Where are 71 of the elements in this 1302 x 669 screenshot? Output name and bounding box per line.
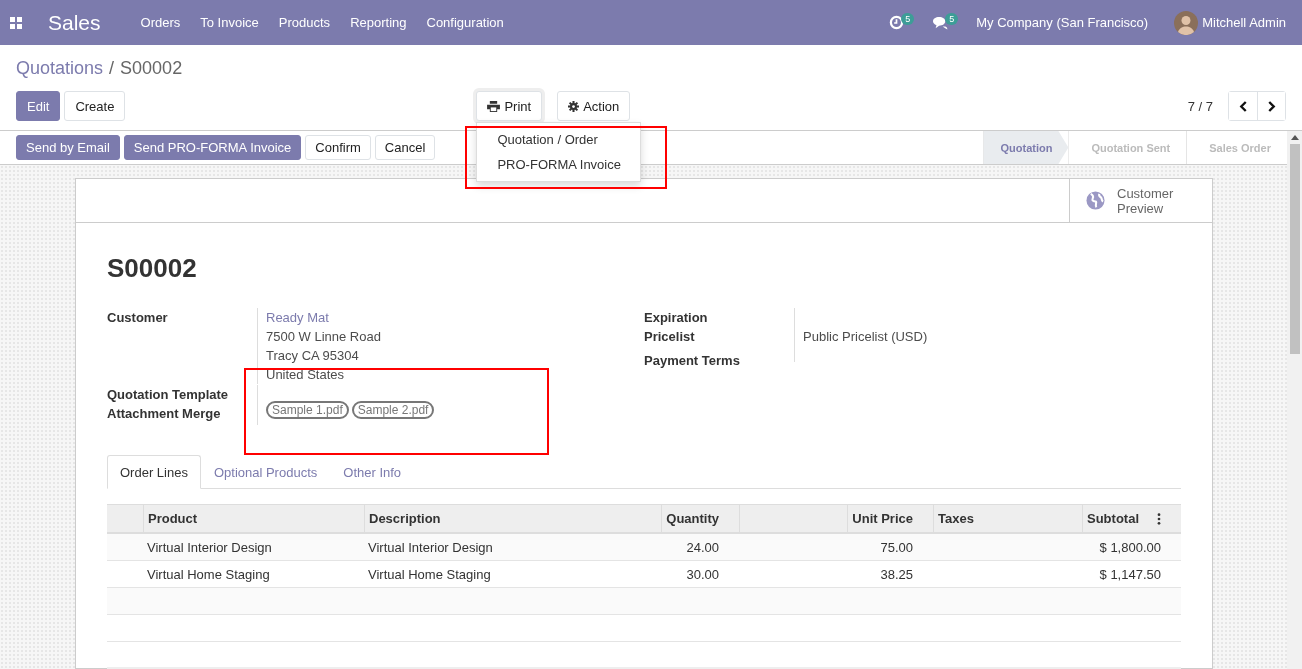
table-cell: Virtual Home Staging <box>147 566 270 582</box>
scrollbar[interactable] <box>1287 131 1302 669</box>
menu-item[interactable]: Orders <box>140 15 181 30</box>
field-label: Payment Terms <box>644 352 741 370</box>
menu-item[interactable]: To Invoice <box>200 15 259 30</box>
create-button[interactable]: Create <box>64 91 126 121</box>
header-button[interactable]: Confirm <box>305 135 371 160</box>
table-cell: 38.25 <box>880 566 913 582</box>
table-cell: 75.00 <box>880 539 913 555</box>
user-avatar-icon[interactable] <box>1174 10 1199 35</box>
column-header[interactable]: Quantity <box>666 511 719 526</box>
menu-item[interactable]: Reporting <box>350 15 407 30</box>
field-value: Public Pricelist (USD) <box>803 328 928 346</box>
chat-icon[interactable] <box>932 15 949 30</box>
record-title: S00002 <box>107 253 198 283</box>
notebook-tab[interactable]: Other Info <box>330 455 415 489</box>
action-button[interactable]: Action <box>557 91 631 121</box>
customer-link[interactable]: Ready Mat <box>266 308 381 327</box>
address-line: 7500 W Linne Road <box>266 328 381 346</box>
attachment-tag[interactable]: Sample 2.pdf <box>351 401 435 419</box>
message-count-badge: 5 <box>945 12 959 25</box>
pager-counter: 7 / 7 <box>1187 98 1213 114</box>
status-step[interactable]: Quotation <box>983 131 1069 164</box>
gear-icon <box>568 100 580 112</box>
column-header[interactable]: Unit Price <box>852 511 913 526</box>
table-cell: $ 1,147.50 <box>1099 566 1161 582</box>
field-label: Quotation Template <box>107 386 230 404</box>
user-name[interactable]: Mitchell Admin <box>1202 15 1286 30</box>
print-button[interactable]: Print <box>476 91 543 121</box>
clock-icon[interactable] <box>889 15 905 30</box>
notebook-tab[interactable]: Optional Products <box>200 455 331 489</box>
menu-item[interactable]: Configuration <box>426 15 504 30</box>
company-switcher[interactable]: My Company (San Francisco) <box>976 15 1149 30</box>
table-cell: $ 1,800.00 <box>1099 539 1161 555</box>
edit-button[interactable]: Edit <box>16 91 61 121</box>
table-cell: Virtual Interior Design <box>368 539 493 555</box>
breadcrumb-separator: / <box>109 58 115 80</box>
apps-grid-icon[interactable] <box>10 16 22 29</box>
address-line: Tracy CA 95304 <box>266 347 360 365</box>
attachment-tag[interactable]: Sample 1.pdf <box>266 401 349 419</box>
table-cell: Virtual Home Staging <box>368 566 491 582</box>
scroll-up-icon[interactable] <box>1290 135 1299 140</box>
field-label: Attachment Merge <box>107 405 222 423</box>
app-name: Sales <box>48 10 101 35</box>
dropdown-item[interactable]: PRO-FORMA Invoice <box>477 152 641 177</box>
header-button[interactable]: Send PRO-FORMA Invoice <box>123 135 302 160</box>
breadcrumb-link[interactable]: Quotations <box>16 58 104 80</box>
activity-count-badge: 5 <box>901 12 915 25</box>
chevron-left-icon <box>1238 100 1248 112</box>
chevron-right-icon <box>1267 100 1276 112</box>
table-cell: 24.00 <box>686 539 719 555</box>
address-line: United States <box>266 366 346 384</box>
breadcrumb-current: S00002 <box>120 58 183 80</box>
field-label: Expiration <box>644 309 709 327</box>
table-cell: 30.00 <box>686 566 719 582</box>
column-header[interactable]: Subtotal <box>1087 511 1139 526</box>
column-header[interactable]: Taxes <box>938 511 974 526</box>
column-header[interactable]: Product <box>148 511 198 526</box>
notebook-tab[interactable]: Order Lines <box>107 455 201 489</box>
header-button[interactable]: Send by Email <box>16 135 120 160</box>
field-label: Customer <box>107 309 169 327</box>
printer-icon <box>487 100 501 112</box>
menu-item[interactable]: Products <box>278 15 331 30</box>
dropdown-item[interactable]: Quotation / Order <box>477 127 641 152</box>
header-button[interactable]: Cancel <box>374 135 436 160</box>
column-header[interactable]: Description <box>369 511 441 526</box>
next-button[interactable] <box>1257 92 1285 120</box>
field-label: Pricelist <box>644 328 696 346</box>
table-cell: Virtual Interior Design <box>147 539 272 555</box>
more-options-icon[interactable] <box>1157 512 1161 525</box>
globe-icon <box>1086 191 1105 210</box>
